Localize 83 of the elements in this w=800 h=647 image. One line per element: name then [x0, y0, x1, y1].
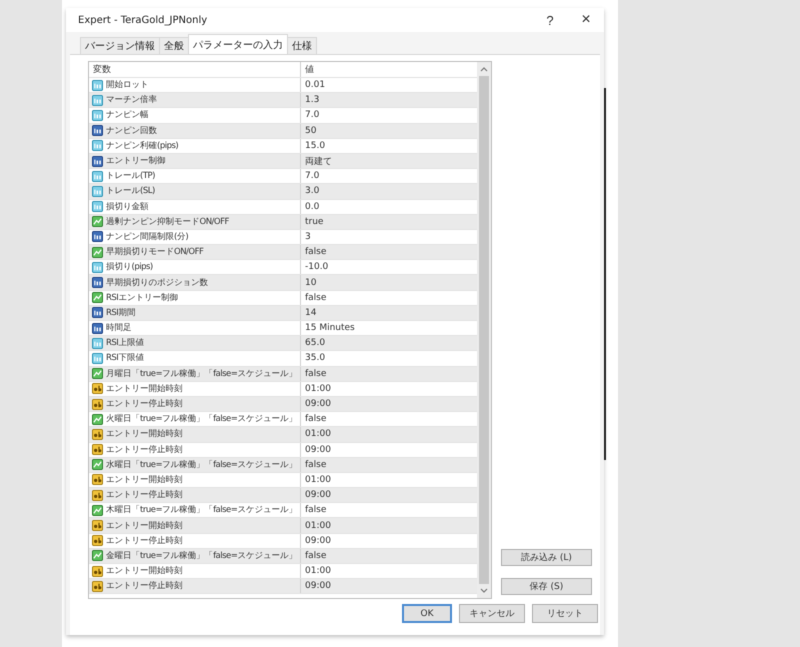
parameter-name: ナンピン利確(pips) [106, 140, 178, 152]
parameter-value[interactable]: 09:00 [301, 581, 477, 592]
parameter-name: トレール(TP) [106, 170, 155, 182]
column-header[interactable]: 値 [301, 63, 477, 76]
parameter-name: 損切り金額 [106, 200, 148, 213]
parameter-value[interactable]: 35.0 [301, 353, 477, 364]
parameter-name: ナンピン幅 [106, 109, 148, 122]
parameter-name: エントリー開始時刻 [106, 520, 182, 532]
parameter-value[interactable]: 09:00 [301, 490, 477, 500]
parameter-name: マーチン倍率 [106, 94, 157, 106]
parameter-value[interactable]: false [301, 292, 477, 303]
parameter-name: エントリー開始時刻 [106, 565, 182, 578]
parameter-name: RSI下限値 [106, 352, 144, 364]
parameter-value[interactable]: 09:00 [301, 536, 477, 546]
parameter-name: RSIエントリー制御 [106, 292, 178, 304]
parameter-name: エントリー停止時刻 [106, 534, 182, 547]
parameter-name: RSI上限値 [106, 337, 144, 350]
parameter-name: エントリー開始時刻 [106, 382, 182, 395]
parameter-value[interactable]: false [301, 247, 477, 258]
tab[interactable]: バージョン情報 [80, 37, 160, 54]
parameter-name: 過剰ナンピン抑制モードON/OFF [106, 216, 229, 228]
parameter-value[interactable]: 01:00 [301, 429, 477, 440]
parameter-value[interactable]: false [301, 368, 477, 379]
parameter-value[interactable]: 15.0 [301, 140, 477, 151]
dialog-button[interactable]: リセット [532, 604, 598, 623]
parameter-value[interactable]: false [301, 505, 477, 516]
parameter-name: 開始ロット [106, 79, 148, 92]
parameter-name: エントリー開始時刻 [106, 474, 182, 486]
parameter-value[interactable]: 65.0 [301, 338, 477, 348]
parameter-name: エントリー停止時刻 [106, 489, 182, 502]
parameter-value[interactable]: 両建て [301, 154, 477, 168]
parameter-name: エントリー停止時刻 [106, 444, 182, 456]
parameter-value[interactable]: 3 [301, 232, 477, 242]
parameter-value[interactable]: false [301, 460, 477, 470]
parameter-value[interactable]: true [301, 216, 477, 227]
close-button[interactable]: × [568, 11, 604, 29]
side-button[interactable]: 読み込み (L) [501, 549, 592, 566]
parameter-name: ナンピン回数 [106, 124, 157, 137]
parameter-value[interactable]: 10 [301, 278, 477, 288]
parameter-value[interactable]: 15 Minutes [301, 323, 477, 334]
parameter-name: 火曜日「true=フル稼働」「false=スケジュール」 [106, 413, 297, 426]
column-header[interactable]: 変数 [89, 62, 301, 77]
tab[interactable]: パラメーターの入力 [188, 34, 288, 54]
parameter-name: トレール(SL) [106, 185, 155, 198]
dialog-button[interactable]: キャンセル [459, 604, 525, 623]
parameter-name: 時間足 [106, 322, 132, 334]
parameter-value[interactable]: false [301, 414, 477, 424]
parameter-value[interactable]: 7.0 [301, 171, 477, 182]
window-title: Expert - TeraGold_JPNonly [78, 14, 208, 26]
parameter-name: 月曜日「true=フル稼働」「false=スケジュール」 [106, 368, 297, 380]
parameter-value[interactable]: 0.01 [301, 80, 477, 90]
parameter-name: 木曜日「true=フル稼働」「false=スケジュール」 [106, 504, 297, 516]
parameter-value[interactable]: 01:00 [301, 566, 477, 576]
parameter-value[interactable]: 01:00 [301, 384, 477, 394]
parameter-name: ナンピン間隔制限(分) [106, 230, 188, 243]
parameter-name: エントリー制御 [106, 155, 166, 168]
help-button[interactable]: ? [532, 12, 568, 28]
parameter-value[interactable]: 50 [301, 126, 477, 136]
parameter-name: 水曜日「true=フル稼働」「false=スケジュール」 [106, 458, 297, 471]
parameter-value[interactable]: false [301, 550, 477, 561]
parameter-name: 早期損切りモードON/OFF [106, 246, 204, 258]
tab[interactable]: 仕様 [287, 37, 317, 54]
parameter-name: RSI期間 [106, 306, 136, 319]
parameter-name: 金曜日「true=フル稼働」「false=スケジュール」 [106, 550, 297, 562]
dialog-button[interactable]: OK [402, 604, 452, 623]
parameter-value[interactable]: 01:00 [301, 474, 477, 485]
parameter-value[interactable]: 3.0 [301, 186, 477, 196]
parameter-value[interactable]: 09:00 [301, 444, 477, 455]
parameter-value[interactable]: 14 [301, 308, 477, 318]
parameter-value[interactable]: 1.3 [301, 95, 477, 106]
scrollbar[interactable] [477, 62, 491, 598]
parameter-name: エントリー開始時刻 [106, 428, 182, 440]
parameter-value[interactable]: 7.0 [301, 110, 477, 120]
parameter-value[interactable]: 01:00 [301, 520, 477, 531]
parameter-value[interactable]: 0.0 [301, 202, 477, 212]
side-button[interactable]: 保存 (S) [501, 578, 592, 595]
parameter-name: エントリー停止時刻 [106, 580, 182, 592]
parameter-value[interactable]: -10.0 [301, 262, 477, 272]
parameter-name: エントリー停止時刻 [106, 398, 182, 410]
parameter-name: 損切り(pips) [106, 261, 153, 274]
tab[interactable]: 全般 [159, 37, 189, 54]
parameter-name: 早期損切りのポジション数 [106, 276, 208, 289]
parameter-value[interactable]: 09:00 [301, 399, 477, 410]
